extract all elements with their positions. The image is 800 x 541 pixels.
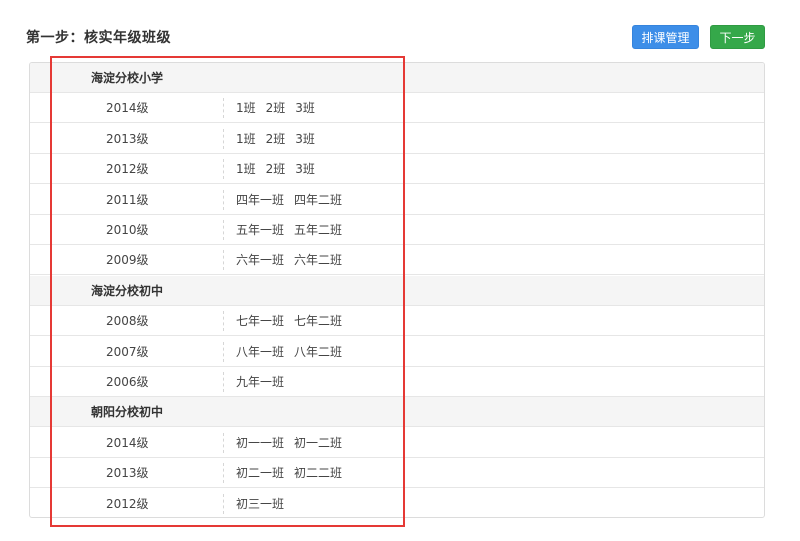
class-item: 初一一班 bbox=[236, 435, 285, 450]
class-item: 初二一班 bbox=[236, 466, 285, 481]
class-item: 六年二班 bbox=[294, 253, 343, 268]
class-list: 初三一班 bbox=[223, 493, 294, 514]
class-item: 1班 bbox=[236, 131, 256, 146]
grade-row: 2013级 初二一班 初二二班 bbox=[30, 458, 764, 489]
grade-row: 2010级 五年一班 五年二班 bbox=[30, 215, 764, 245]
class-list: 七年一班 七年二班 bbox=[223, 311, 352, 332]
grade-label: 2008级 bbox=[106, 314, 149, 329]
class-item: 初三一班 bbox=[236, 496, 285, 511]
grade-label: 2014级 bbox=[106, 435, 149, 450]
class-list: 1班 2班 3班 bbox=[223, 98, 325, 119]
class-item: 1班 bbox=[236, 162, 256, 177]
class-item: 六年一班 bbox=[236, 253, 285, 268]
grade-label: 2012级 bbox=[106, 496, 149, 511]
class-item: 八年一班 bbox=[236, 344, 285, 359]
class-list: 1班 2班 3班 bbox=[223, 128, 325, 149]
class-item: 3班 bbox=[295, 162, 315, 177]
class-item: 3班 bbox=[295, 101, 315, 116]
grade-label: 2011级 bbox=[106, 192, 149, 207]
school-name: 海淀分校初中 bbox=[91, 283, 164, 298]
class-list: 1班 2班 3班 bbox=[223, 159, 325, 180]
class-item: 3班 bbox=[295, 131, 315, 146]
grade-label: 2013级 bbox=[106, 466, 149, 481]
class-list: 初一一班 初一二班 bbox=[223, 432, 352, 453]
grade-row: 2006级 九年一班 bbox=[30, 367, 764, 397]
grade-row: 2009级 六年一班 六年二班 bbox=[30, 245, 764, 276]
school-header-row: 海淀分校初中 bbox=[30, 275, 764, 306]
class-item: 2班 bbox=[265, 101, 286, 116]
school-name: 朝阳分校初中 bbox=[91, 405, 164, 420]
class-item: 九年一班 bbox=[236, 375, 285, 389]
class-list: 五年一班 五年二班 bbox=[223, 220, 352, 240]
class-list: 九年一班 bbox=[223, 372, 294, 392]
grade-row: 2014级 1班 2班 3班 bbox=[30, 93, 764, 124]
school-header-row: 朝阳分校初中 bbox=[30, 397, 764, 428]
schedule-management-button[interactable]: 排课管理 bbox=[632, 25, 699, 49]
class-item: 1班 bbox=[236, 101, 256, 116]
class-item: 初一二班 bbox=[294, 435, 343, 450]
class-item: 四年一班 bbox=[236, 192, 285, 207]
grade-row: 2008级 七年一班 七年二班 bbox=[30, 306, 764, 337]
class-item: 五年一班 bbox=[236, 223, 285, 237]
grade-label: 2013级 bbox=[106, 131, 149, 146]
grade-label: 2006级 bbox=[106, 375, 149, 389]
class-item: 七年二班 bbox=[294, 314, 343, 329]
grade-row: 2012级 初三一班 bbox=[30, 489, 764, 517]
class-item: 八年二班 bbox=[294, 344, 343, 359]
class-list: 八年一班 八年二班 bbox=[223, 341, 352, 362]
class-list: 四年一班 四年二班 bbox=[223, 189, 352, 210]
class-item: 七年一班 bbox=[236, 314, 285, 329]
grade-label: 2012级 bbox=[106, 162, 149, 177]
class-item: 2班 bbox=[265, 131, 286, 146]
class-item: 四年二班 bbox=[294, 192, 343, 207]
page-title: 第一步：核实年级班级 bbox=[26, 30, 171, 46]
class-list: 六年一班 六年二班 bbox=[223, 250, 352, 271]
school-name: 海淀分校小学 bbox=[91, 71, 164, 85]
grade-row: 2011级 四年一班 四年二班 bbox=[30, 185, 764, 215]
grade-row: 2013级 1班 2班 3班 bbox=[30, 124, 764, 154]
class-list: 初二一班 初二二班 bbox=[223, 463, 352, 484]
grade-class-table: 海淀分校小学 2014级 1班 2班 3班 2013级 1班 2班 3班 2012级 1班 2班 3班 2… bbox=[29, 62, 765, 518]
grade-label: 2010级 bbox=[106, 223, 149, 237]
grade-label: 2014级 bbox=[106, 101, 149, 116]
class-item: 初二二班 bbox=[294, 466, 343, 481]
grade-row: 2012级 1班 2班 3班 bbox=[30, 154, 764, 185]
next-step-button[interactable]: 下一步 bbox=[710, 25, 765, 49]
class-item: 2班 bbox=[265, 162, 286, 177]
grade-row: 2007级 八年一班 八年二班 bbox=[30, 337, 764, 367]
school-header-row: 海淀分校小学 bbox=[30, 63, 764, 93]
grade-label: 2007级 bbox=[106, 344, 149, 359]
grade-row: 2014级 初一一班 初一二班 bbox=[30, 428, 764, 458]
grade-label: 2009级 bbox=[106, 253, 149, 268]
class-item: 五年二班 bbox=[294, 223, 343, 237]
